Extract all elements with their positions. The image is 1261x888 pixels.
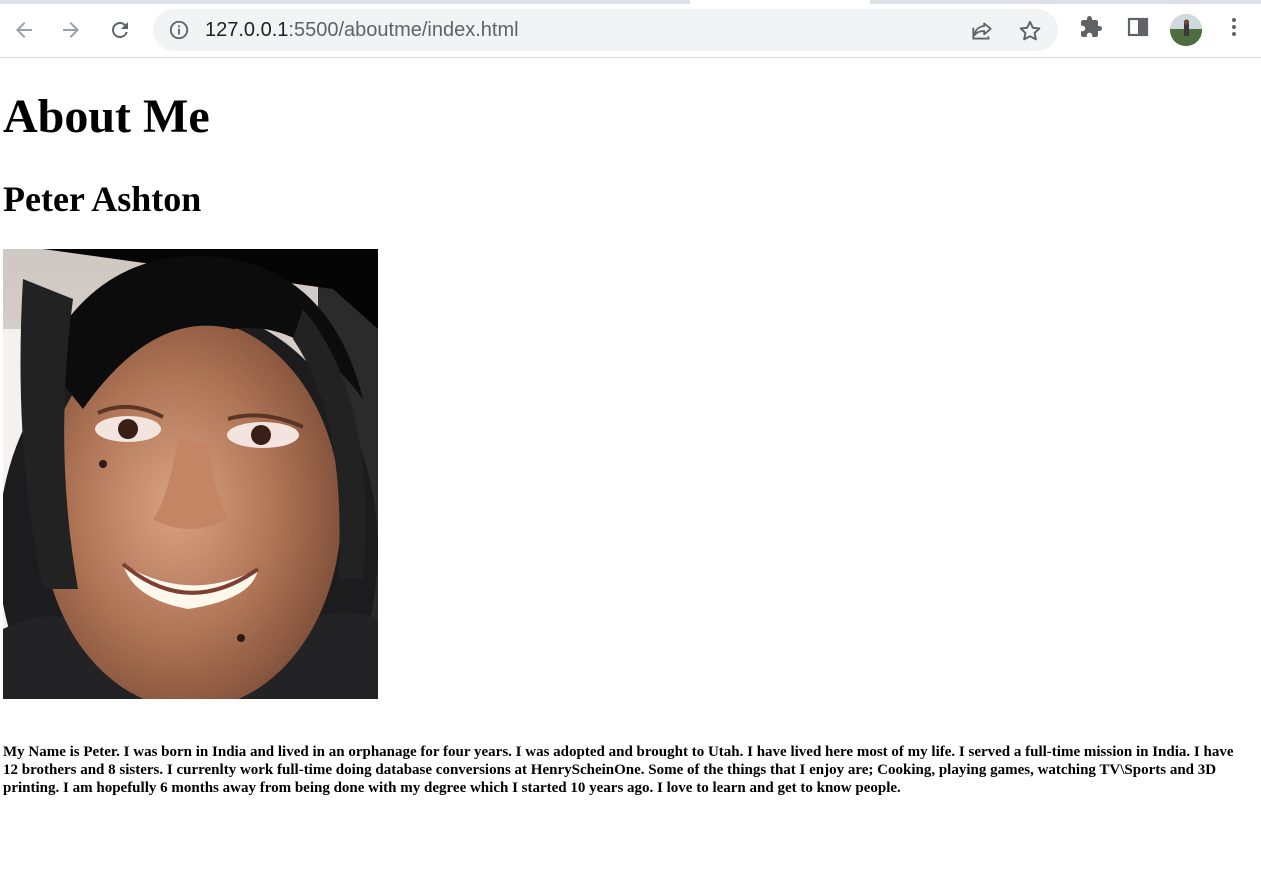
- extensions-button[interactable]: [1075, 13, 1107, 45]
- kebab-menu-icon: [1222, 15, 1246, 44]
- side-panel-button[interactable]: [1122, 13, 1154, 45]
- reload-button[interactable]: [103, 13, 137, 47]
- info-icon[interactable]: [168, 19, 190, 41]
- puzzle-icon: [1079, 15, 1103, 44]
- page-subtitle: Peter Ashton: [3, 179, 202, 219]
- page-title: About Me: [3, 90, 210, 143]
- portrait-illustration: [3, 249, 378, 699]
- arrow-left-icon: [12, 18, 36, 42]
- bio-paragraph: My Name is Peter. I was born in India an…: [3, 744, 1234, 796]
- forward-button[interactable]: [54, 13, 88, 47]
- side-panel-icon: [1126, 15, 1150, 44]
- browser-menu-button[interactable]: [1218, 13, 1250, 45]
- profile-photo: [3, 249, 378, 699]
- star-icon[interactable]: [1017, 18, 1043, 44]
- url-text[interactable]: 127.0.0.1:5500/aboutme/index.html: [205, 18, 519, 42]
- url-host: 127.0.0.1: [205, 19, 289, 41]
- browser-toolbar: 127.0.0.1:5500/aboutme/index.html: [0, 0, 1261, 58]
- tab-strip: [0, 0, 1261, 4]
- page-content: About Me Peter Ashton My Name is Peter. …: [0, 58, 1261, 888]
- arrow-right-icon: [59, 18, 83, 42]
- address-bar[interactable]: 127.0.0.1:5500/aboutme/index.html: [153, 9, 1058, 51]
- reload-icon: [108, 18, 132, 42]
- active-tab-edge[interactable]: [690, 0, 870, 4]
- url-path: :5500/aboutme/index.html: [288, 19, 519, 41]
- share-icon[interactable]: [969, 18, 995, 44]
- profile-avatar[interactable]: [1170, 14, 1202, 46]
- back-button[interactable]: [7, 13, 41, 47]
